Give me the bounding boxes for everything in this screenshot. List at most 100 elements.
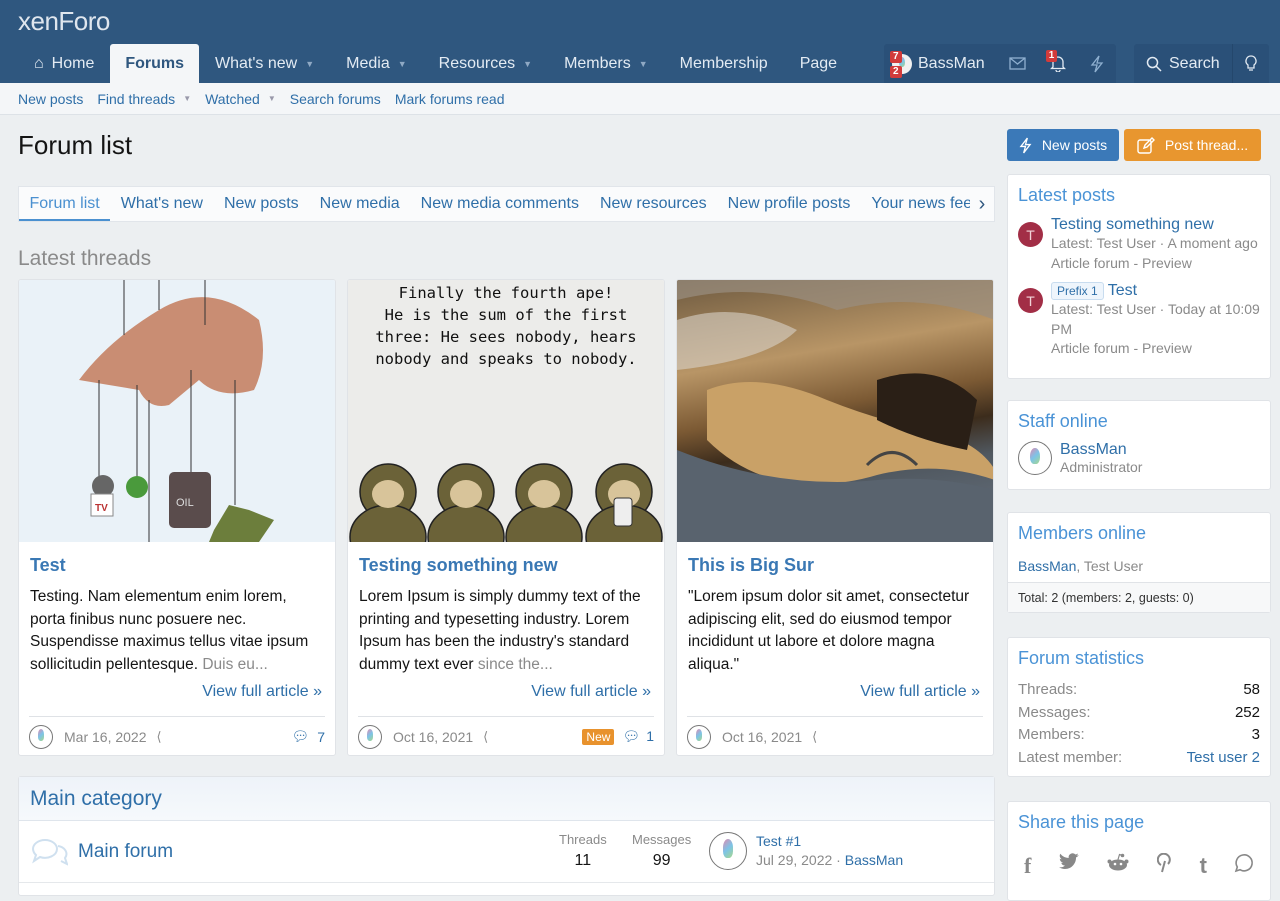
view-full-article-link[interactable]: View full article » — [860, 683, 980, 701]
chevron-down-icon[interactable]: ▼ — [268, 94, 276, 103]
latest-posts-title[interactable]: Latest posts — [1008, 175, 1270, 206]
pinterest-icon[interactable] — [1156, 853, 1173, 873]
share-page-block: Share this page f t — [1007, 801, 1271, 901]
thread-date: Oct 16, 2021 — [393, 728, 474, 745]
search-button[interactable]: Search — [1134, 44, 1232, 83]
chevron-down-icon[interactable]: ▼ — [305, 59, 314, 69]
staff-avatar[interactable] — [1018, 441, 1052, 475]
image-text-line: three: He sees nobody, hears — [375, 328, 637, 346]
view-full-article-link[interactable]: View full article » — [531, 683, 651, 701]
reddit-icon[interactable] — [1107, 853, 1129, 871]
staff-name-link[interactable]: BassMan — [1060, 441, 1127, 458]
latest-post-item: T Prefix 1 Test Latest: Test User · Today… — [1008, 273, 1270, 359]
subnav-new-posts[interactable]: New posts — [18, 91, 83, 107]
tab-new-posts[interactable]: New posts — [213, 187, 309, 221]
latest-post-meta: Latest: Test User · Today at 10:09 PM — [1051, 301, 1260, 337]
alerts-button[interactable]: 1 — [1038, 44, 1078, 83]
latest-post-forum[interactable]: Article forum - Preview — [1051, 339, 1260, 359]
user-avatar[interactable]: T — [1018, 288, 1043, 313]
staff-online-block: Staff online BassMan Administrator — [1007, 400, 1271, 490]
share-icon[interactable]: ⟨ — [812, 729, 817, 745]
nav-forums[interactable]: Forums — [110, 44, 200, 83]
author-avatar[interactable] — [29, 724, 53, 749]
sub-navigation: New posts Find threads ▼ Watched ▼ Search … — [0, 83, 1280, 115]
category-title[interactable]: Main category — [19, 777, 994, 821]
site-header: xenForo ⌂ Home Forums What's new ▼ Media ▼… — [0, 0, 1280, 83]
category-block: Main category Main forum Threads 11 Messa… — [18, 776, 995, 896]
latest-post-forum[interactable]: Article forum - Preview — [1051, 254, 1258, 274]
subnav-search-forums[interactable]: Search forums — [290, 91, 381, 107]
view-full-article-link[interactable]: View full article » — [202, 683, 322, 701]
last-thread-link[interactable]: Test #1 — [756, 833, 801, 849]
post-thread-button[interactable]: Post thread... — [1124, 129, 1261, 161]
thread-title[interactable]: Test — [30, 555, 324, 576]
nav-resources[interactable]: Resources ▼ — [423, 44, 548, 83]
last-post-date: Jul 29, 2022 — [756, 852, 833, 868]
tab-new-media[interactable]: New media — [309, 187, 410, 221]
monkeys-illustration — [349, 463, 663, 542]
latest-post-link[interactable]: Testing something new — [1051, 216, 1214, 233]
nav-page[interactable]: Page — [784, 44, 853, 83]
latest-post-link[interactable]: Test — [1108, 282, 1137, 299]
chevron-down-icon[interactable]: ▼ — [398, 59, 407, 69]
facebook-icon[interactable]: f — [1024, 853, 1031, 879]
new-posts-button[interactable]: New posts — [1007, 129, 1119, 161]
tab-new-profile-posts[interactable]: New profile posts — [717, 187, 861, 221]
thread-snippet: Testing. Nam elementum enim lorem, porta… — [30, 588, 309, 673]
tumblr-icon[interactable]: t — [1200, 853, 1207, 879]
members-online-title[interactable]: Members online — [1008, 513, 1270, 544]
thread-card: TV OIL Test Testing. Nam elementum enim … — [18, 279, 336, 756]
nav-whats-new[interactable]: What's new ▼ — [199, 44, 330, 83]
author-avatar[interactable] — [358, 724, 382, 749]
whatsapp-icon[interactable] — [1234, 853, 1254, 873]
search-icon — [1146, 56, 1162, 72]
share-icon[interactable]: ⟨ — [483, 729, 488, 745]
conversations-badge: 7 — [890, 51, 902, 63]
nav-members[interactable]: Members ▼ — [548, 44, 664, 83]
replies-link[interactable]: 💬︎ 7 — [291, 728, 325, 745]
chevron-right-icon[interactable]: › — [970, 187, 994, 221]
last-poster-link[interactable]: BassMan — [845, 852, 903, 868]
page-title: Forum list — [18, 130, 133, 160]
account-menu[interactable]: 7 2 BassMan — [884, 44, 997, 83]
nav-membership[interactable]: Membership — [664, 44, 784, 83]
tab-whats-new[interactable]: What's new — [110, 187, 213, 221]
latest-member-link[interactable]: Test user 2 — [1187, 747, 1260, 770]
subnav-mark-forums-read[interactable]: Mark forums read — [395, 91, 505, 107]
style-variation-button[interactable] — [1231, 44, 1269, 83]
user-avatar[interactable]: T — [1018, 222, 1043, 247]
nav-media[interactable]: Media ▼ — [330, 44, 423, 83]
replies-link[interactable]: 💬︎ 1 — [622, 728, 654, 745]
whats-new-button[interactable] — [1078, 44, 1116, 83]
tab-new-media-comments[interactable]: New media comments — [410, 187, 589, 221]
nav-home[interactable]: ⌂ Home — [0, 44, 110, 83]
site-logo[interactable]: xenForo — [18, 6, 110, 37]
subnav-find-threads[interactable]: Find threads ▼ — [97, 91, 191, 107]
edit-icon — [1137, 136, 1155, 154]
chevron-down-icon[interactable]: ▼ — [183, 94, 191, 103]
staff-online-title: Staff online — [1018, 411, 1108, 431]
thread-footer: Oct 16, 2021 ⟨ — [687, 716, 983, 755]
latest-threads-cards: TV OIL Test Testing. Nam elementum enim … — [18, 279, 995, 756]
member-link[interactable]: Test User — [1084, 558, 1143, 574]
lightbulb-icon — [1245, 55, 1257, 71]
tab-forum-list[interactable]: Forum list — [19, 187, 111, 221]
author-avatar[interactable] — [687, 724, 711, 749]
chevron-down-icon[interactable]: ▼ — [523, 59, 532, 69]
last-poster-avatar[interactable] — [709, 832, 747, 870]
stat-row: Members: 3 — [1018, 726, 1260, 743]
forum-title-link[interactable]: Main forum — [78, 841, 173, 863]
share-icon[interactable]: ⟨ — [157, 729, 162, 745]
thread-title[interactable]: Testing something new — [359, 555, 653, 576]
twitter-icon[interactable] — [1058, 853, 1080, 871]
thread-image[interactable]: Finally the fourth ape! He is the sum of… — [348, 280, 664, 542]
member-link[interactable]: BassMan — [1018, 558, 1076, 574]
inbox-button[interactable] — [997, 44, 1038, 83]
thread-title[interactable]: This is Big Sur — [688, 555, 982, 576]
thread-image[interactable] — [677, 280, 993, 542]
tab-new-resources[interactable]: New resources — [589, 187, 717, 221]
puppet-illustration: TV OIL — [79, 280, 274, 542]
subnav-watched[interactable]: Watched ▼ — [205, 91, 276, 107]
chevron-down-icon[interactable]: ▼ — [639, 59, 648, 69]
thread-image[interactable]: TV OIL — [19, 280, 335, 542]
